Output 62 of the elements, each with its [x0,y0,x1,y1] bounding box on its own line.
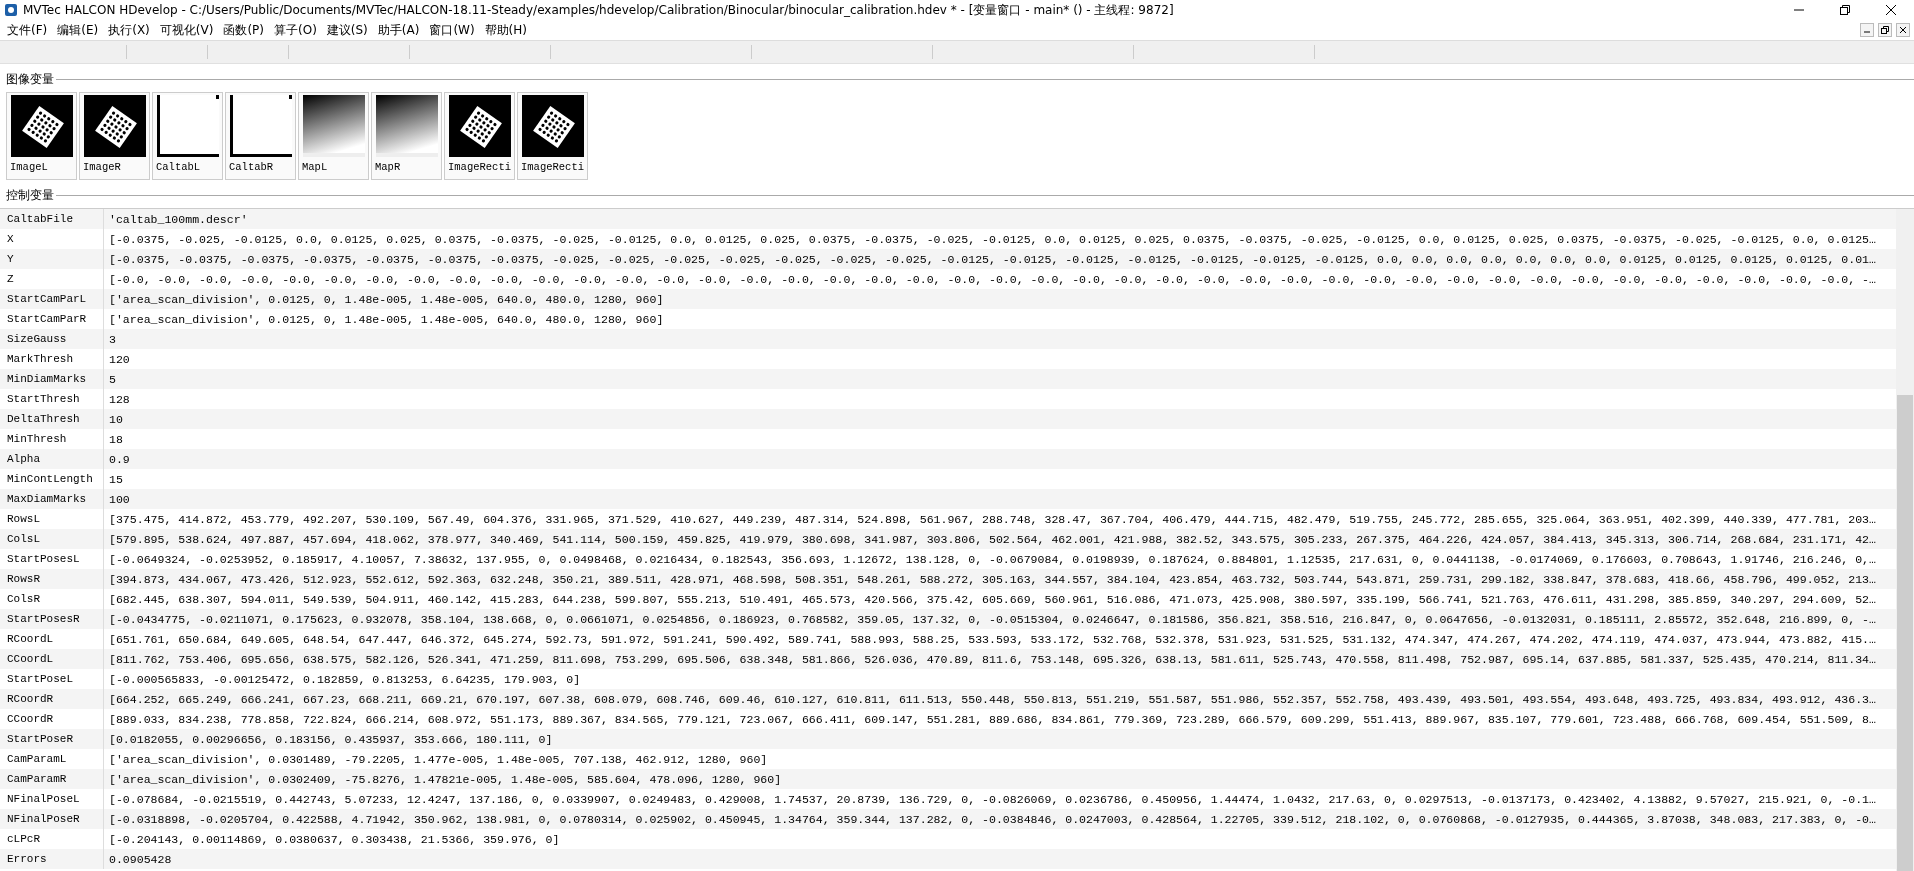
variable-value: [-0.000565833, -0.00125472, 0.182859, 0.813253, 6.64235, 179.903, 0] [108,672,581,686]
menu-item[interactable]: 文件(F) [4,20,55,40]
app-icon [4,3,18,17]
variable-value: 15 [108,472,123,486]
image-thumbnail[interactable]: MapL [298,92,369,180]
variable-value: [0.0182055, 0.00296656, 0.183156, 0.435937, 353.666, 180.111, 0] [108,732,553,746]
restore-button[interactable] [1878,23,1892,37]
menu-item[interactable]: 可视化(V) [156,20,221,40]
image-thumbnail[interactable]: CaltabR [225,92,296,180]
image-thumbnail[interactable]: ImageRecti [444,92,515,180]
variable-value: [889.033, 834.238, 778.858, 722.824, 666.214, 608.972, 551.173, 889.367, 834.565, 779.121, 723.067, 666.411, 609.147, 551.281, 889.686, 834.861, 779.369, 723.289, 666.579, 609.299, 551.413, 889.967, 835.107, 779.601, 723.488, 666.768, 609.454, 551.509, 8… [108,712,1876,726]
image-thumbnail[interactable]: ImageL [6,92,77,180]
variable-value: 120 [108,352,130,366]
variable-value: 128 [108,392,130,406]
variable-value: ['area_scan_division', 0.0125, 0, 1.48e-005, 1.48e-005, 640.0, 480.0, 1280, 960] [108,312,664,326]
variable-value: 0.0905428 [108,852,172,866]
variable-value: [682.445, 638.307, 594.011, 549.539, 504.911, 460.142, 415.283, 644.238, 599.807, 555.213, 510.491, 465.573, 420.566, 375.42, 605.669, 560.961, 516.086, 471.073, 425.908, 380.597, 335.199, 566.741, 521.763, 476.611, 431.298, 385.859, 340.297, 294.609, 52… [108,592,1876,606]
variable-value: [579.895, 538.624, 497.887, 457.694, 418.062, 378.977, 340.469, 541.114, 500.159, 459.825, 419.979, 380.698, 341.987, 303.806, 502.564, 462.001, 421.988, 382.52, 343.575, 305.233, 267.375, 464.226, 424.057, 384.413, 345.313, 306.714, 268.684, 231.171, 42… [108,532,1876,546]
variable-value: [811.762, 753.406, 695.656, 638.575, 582.126, 526.341, 471.259, 811.698, 753.299, 695.506, 638.348, 581.866, 526.036, 470.89, 811.6, 753.148, 695.326, 638.13, 581.611, 525.743, 470.558, 811.498, 752.987, 695.14, 637.885, 581.337, 525.435, 470.214, 811.34… [108,652,1876,666]
restore-icon [1881,26,1889,34]
menu-item[interactable]: 助手(A) [374,20,427,40]
menu-item[interactable]: 帮助(H) [481,20,534,40]
variable-value: [-0.0318898, -0.0205704, 0.422588, 4.71942, 350.962, 138.981, 0, 0.0780314, 0.025902, 0.450945, 1.34764, 359.344, 137.282, 0, -0.0384846, 0.0247003, 0.428564, 1.22705, 339.512, 218.102, 0, 0.0760868, -0.0127935, 0.444365, 3.87038, 348.083, 217.383, 0, -0… [108,812,1876,826]
close-icon [1899,26,1907,34]
variable-value: ['area_scan_division', 0.0125, 0, 1.48e-005, 1.48e-005, 640.0, 480.0, 1280, 960] [108,292,664,306]
variable-value: [394.873, 434.067, 473.426, 512.923, 552.612, 592.363, 632.248, 350.21, 389.511, 428.971, 468.598, 508.351, 548.261, 588.272, 305.163, 344.557, 384.104, 423.854, 463.732, 503.744, 543.871, 259.731, 299.182, 338.847, 378.683, 418.66, 458.796, 499.052, 213… [108,572,1876,586]
image-thumbnail[interactable]: MapR [371,92,442,180]
close-icon [1886,5,1896,15]
variable-value: 5 [108,372,116,386]
scrollbar[interactable] [1896,209,1914,871]
variable-value: 0.9 [108,452,130,466]
variable-value: 10 [108,412,123,426]
variable-value: [-0.0375, -0.0375, -0.0375, -0.0375, -0.0375, -0.0375, -0.0375, -0.025, -0.025, -0.025, -0.025, -0.025, -0.025, -0.025, -0.0125, -0.0125, -0.0125, -0.0125, -0.0125, -0.0125, -0.0125, 0.0, 0.0, 0.0, 0.0, 0.0, 0.0, 0.0, 0.0125, 0.0125, 0.0125, 0.0125, 0.01… [108,252,1876,266]
menu-item[interactable]: 执行(X) [105,20,157,40]
variable-value: [-0.078684, -0.0215519, 0.442743, 5.07233, 12.4247, 137.186, 0, 0.0339907, 0.0249483, 0.429008, 1.74537, 20.8739, 136.729, 0, -0.0826069, 0.0236786, 0.450956, 1.44474, 1.0432, 217.63, 0, 0.0297513, -0.0137173, 0.423402, 4.13882, 9.57027, 215.921, 0, -0.1… [108,792,1876,806]
menu-item[interactable]: 编辑(E) [54,20,106,40]
variable-value: 'caltab_100mm.descr' [108,212,248,226]
variable-value: [375.475, 414.872, 453.779, 492.207, 530.109, 567.49, 604.376, 331.965, 371.529, 410.627, 449.239, 487.314, 524.898, 561.967, 288.748, 328.47, 367.704, 406.479, 444.715, 482.479, 519.755, 245.772, 285.655, 325.064, 363.951, 402.399, 440.339, 477.781, 203… [108,512,1876,526]
menu-item[interactable]: 算子(O) [271,20,324,40]
variable-value: [664.252, 665.249, 666.241, 667.23, 668.211, 669.21, 670.197, 607.38, 608.079, 608.746, 609.46, 610.127, 610.811, 611.513, 550.448, 550.813, 551.219, 551.587, 551.986, 552.357, 552.758, 493.439, 493.501, 493.554, 493.648, 493.725, 493.834, 493.912, 436.3… [108,692,1876,706]
variable-value: 18 [108,432,123,446]
variable-value: [-0.0, -0.0, -0.0, -0.0, -0.0, -0.0, -0.0, -0.0, -0.0, -0.0, -0.0, -0.0, -0.0, -0.0, -0.0, -0.0, -0.0, -0.0, -0.0, -0.0, -0.0, -0.0, -0.0, -0.0, -0.0, -0.0, -0.0, -0.0, -0.0, -0.0, -0.0, -0.0, -0.0, -0.0, -0.0, -0.0, -0.0, -0.0, -0.0, -0.0, -0.0, -0.0, -… [108,272,1876,286]
variable-value: 100 [108,492,130,506]
menu-item[interactable]: 窗口(W) [426,20,482,40]
variable-value: [-0.0434775, -0.0211071, 0.175623, 0.932078, 358.104, 138.668, 0, 0.0661071, 0.0254856, 0.186923, 0.768582, 359.05, 137.32, 0, -0.0515304, 0.0246647, 0.181586, 356.821, 358.516, 216.847, 0, 0.0647656, -0.0132031, 0.185111, 2.85572, 352.648, 216.899, 0, -… [108,612,1876,626]
image-thumbnail[interactable]: CaltabL [152,92,223,180]
variable-value: [-0.0375, -0.025, -0.0125, 0.0, 0.0125, 0.025, 0.0375, -0.0375, -0.025, -0.0125, 0.0, 0.0125, 0.025, 0.0375, -0.0375, -0.025, -0.0125, 0.0, 0.0125, 0.025, 0.0375, -0.0375, -0.025, -0.0125, 0.0, 0.0125, 0.025, 0.0375, -0.0375, -0.025, -0.0125, 0.0, 0.0125… [108,232,1876,246]
variable-name: Errors [0,849,104,869]
window-title: MVTec HALCON HDevelop - C:/Users/Public/Documents/MVTec/HALCON-18.11-Steady/examples/hdevelop/Calibration/Binocular/binocular_calibration.hdev * - [变量窗口 - main* () - 主线程: 9872] [23,1,1175,19]
image-thumbnail[interactable]: ImageRecti [517,92,588,180]
variable-value: [-0.0649324, -0.0253952, 0.185917, 4.10057, 7.38632, 137.955, 0, 0.0498468, 0.0216434, 0.182543, 356.693, 1.12672, 138.128, 0, -0.0679084, 0.0198939, 0.187624, 0.884801, 1.12535, 217.631, 0, 0.0441138, -0.0174069, 0.176603, 0.708643, 1.91746, 216.246, 0,… [108,552,1876,566]
menu-item[interactable]: 函数(P) [220,20,271,40]
variable-value: ['area_scan_division', 0.0302409, -75.8276, 1.47821e-005, 1.48e-005, 585.604, 478.096, 1280, 960] [108,772,782,786]
minimize-button[interactable] [1860,23,1874,37]
close-button[interactable] [1896,23,1910,37]
image-thumbnail[interactable]: ImageR [79,92,150,180]
menu-item[interactable]: 建议(S) [323,20,375,40]
restore-icon [1840,5,1850,15]
variable-value: ['area_scan_division', 0.0301489, -79.2205, 1.477e-005, 1.48e-005, 707.138, 462.912, 1280, 960] [108,752,768,766]
variable-value: 3 [108,332,116,346]
variable-value: [651.761, 650.684, 649.605, 648.54, 647.447, 646.372, 645.274, 592.73, 591.972, 591.241, 590.492, 589.741, 588.993, 588.25, 533.593, 533.172, 532.768, 532.378, 531.923, 531.525, 531.132, 474.347, 474.267, 474.202, 474.119, 474.037, 473.944, 473.882, 415.… [108,632,1876,646]
variable-value: [-0.204143, 0.00114869, 0.0380637, 0.303438, 21.5366, 359.976, 0] [108,832,560,846]
